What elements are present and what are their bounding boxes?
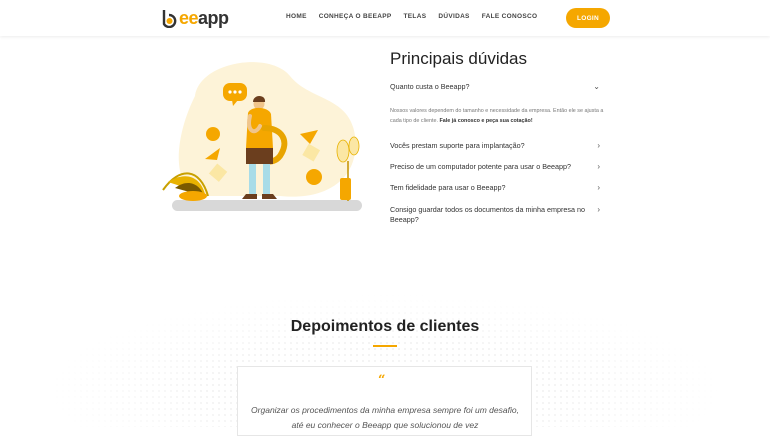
chevron-right-icon: › [597,141,600,150]
faq-item-suporte[interactable]: Vocês prestam suporte para implantação? … [390,141,600,150]
nav-conheca[interactable]: CONHEÇA O BEEAPP [319,13,392,20]
bee-logo-icon [162,10,177,28]
chevron-right-icon: › [597,162,600,171]
faq-answer: Nossos valores dependem do tamanho e nec… [390,106,608,126]
title-underline [373,345,397,347]
testimonial-text: Organizar os procedimentos da minha empr… [251,405,519,430]
faq-question: Vocês prestam suporte para implantação? [390,141,525,150]
faq-item-fidelidade[interactable]: Tem fidelidade para usar o Beeapp? › [390,183,600,192]
nav-home[interactable]: HOME [286,13,307,20]
faq-question: Consigo guardar todos os documentos da m… [390,205,585,224]
top-navbar: eeapp HOME CONHEÇA O BEEAPP TELAS DÚVIDA… [0,0,770,36]
chevron-down-icon: ⌄ [593,82,600,91]
nav-telas[interactable]: TELAS [404,13,427,20]
beeapp-logo[interactable]: eeapp [161,6,229,30]
faq-item-preco[interactable]: Quanto custa o Beeapp? ⌄ [390,82,600,91]
faq-item-computador[interactable]: Preciso de um computador potente para us… [390,162,600,171]
faq-answer-cta: Fale já conosco e peça sua cotação! [439,118,533,124]
nav-duvidas[interactable]: DÚVIDAS [438,13,469,20]
main-menu: HOME CONHEÇA O BEEAPP TELAS DÚVIDAS FALE… [286,13,549,20]
faq-question: Quanto custa o Beeapp? [390,82,470,91]
faq-question: Tem fidelidade para usar o Beeapp? [390,183,506,192]
support-illustration [162,62,362,211]
chevron-right-icon: › [597,205,600,214]
faq-title: Principais dúvidas [390,49,528,68]
login-button[interactable]: LOGIN [566,8,610,28]
logo-text: eeapp [179,7,229,28]
nav-fale-conosco[interactable]: FALE CONOSCO [482,13,538,20]
faq-question: Preciso de um computador potente para us… [390,162,572,171]
faq-item-documentos[interactable]: Consigo guardar todos os documentos da m… [390,205,600,225]
testimonials-title: Depoimentos de clientes [290,318,480,335]
chevron-right-icon: › [597,183,600,192]
quote-icon: “ [378,373,386,388]
